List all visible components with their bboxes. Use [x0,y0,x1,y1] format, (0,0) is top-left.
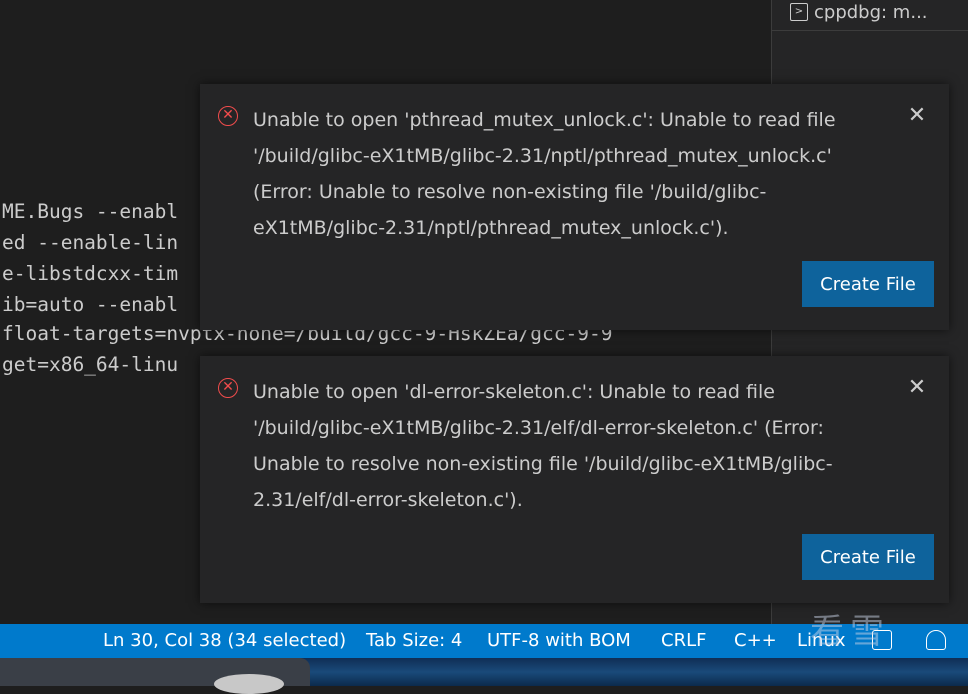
divider [772,30,968,31]
tab-size[interactable]: Tab Size: 4 [366,624,462,658]
create-file-button[interactable]: Create File [802,261,934,307]
terminal-line: ib=auto --enabl [2,293,179,316]
encoding[interactable]: UTF-8 with BOM [487,624,631,658]
terminal-tab-cppdbg[interactable]: > cppdbg: m... [790,0,928,24]
feedback-icon[interactable] [872,630,892,650]
terminal-line: ed --enable-lin [2,231,179,254]
cursor-position[interactable]: Ln 30, Col 38 (34 selected) [103,624,346,658]
error-icon: ✕ [218,106,238,126]
terminal-icon: > [790,3,808,21]
desktop-background [0,658,968,694]
error-notification: ✕ Unable to open 'pthread_mutex_unlock.c… [200,84,949,330]
error-icon: ✕ [218,378,238,398]
dock [0,658,310,694]
status-bar: Ln 30, Col 38 (34 selected) Tab Size: 4 … [0,624,968,658]
line-ending[interactable]: CRLF [661,624,706,658]
terminal-line: get=x86_64-linu [2,353,179,376]
close-icon[interactable]: ✕ [907,377,927,399]
bell-icon[interactable] [926,630,946,650]
notification-message: Unable to open 'pthread_mutex_unlock.c':… [253,109,836,239]
terminal-tab-label: cppdbg: m... [814,1,928,23]
error-notification: ✕ Unable to open 'dl-error-skeleton.c': … [200,356,949,603]
language-mode[interactable]: C++ [734,624,777,658]
terminal-line: e-libstdcxx-tim [2,262,179,285]
create-file-button[interactable]: Create File [802,534,934,580]
notification-message: Unable to open 'dl-error-skeleton.c': Un… [253,381,833,511]
close-icon[interactable]: ✕ [907,105,927,127]
dock-app-icon[interactable] [214,674,284,694]
os-indicator[interactable]: Linux [797,624,846,658]
terminal-line: ME.Bugs --enabl [2,200,179,223]
